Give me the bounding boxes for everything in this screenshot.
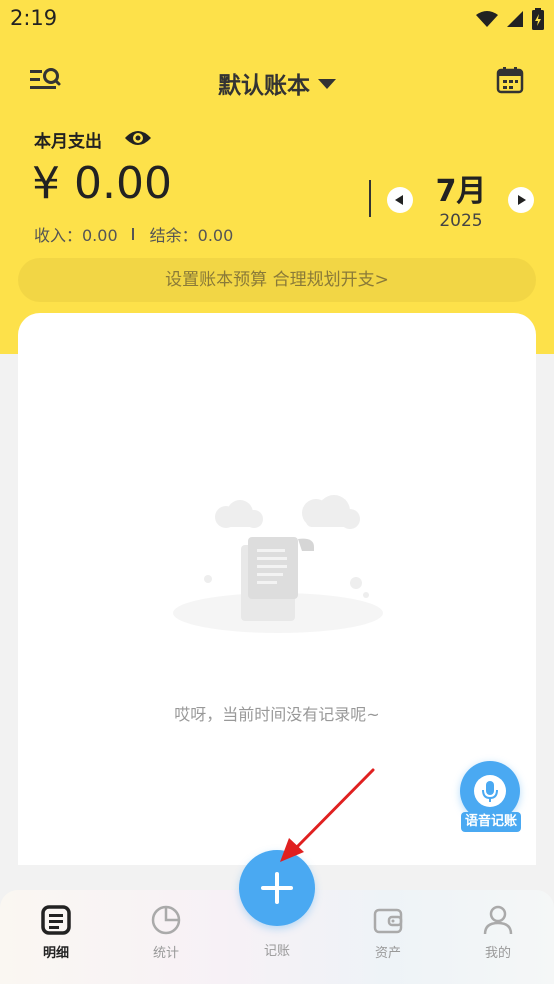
eye-icon[interactable]: [124, 128, 152, 148]
month-expense-label: 本月支出: [34, 132, 102, 152]
signal-icon: [507, 11, 523, 27]
nav-label: 统计: [152, 946, 179, 961]
nav-item-statistics[interactable]: 统计: [126, 904, 206, 961]
current-month[interactable]: 7月: [420, 166, 502, 210]
income-balance-row: 收入：0.00 结余：0.00: [34, 222, 233, 246]
pie-chart-icon: [151, 905, 181, 935]
list-icon: [41, 905, 71, 935]
add-record-label[interactable]: 记账: [239, 940, 315, 959]
app-header: 默认账本: [0, 56, 554, 104]
calendar-icon[interactable]: [496, 66, 524, 94]
caret-down-icon: [318, 79, 336, 89]
nav-item-profile[interactable]: 我的: [458, 904, 538, 961]
status-icons: [476, 8, 544, 30]
account-book-selector[interactable]: 默认账本: [0, 66, 554, 100]
income-text: 收入：0.00: [34, 226, 118, 245]
expense-amount: ¥ 0.00: [32, 158, 172, 209]
nav-label: 明细: [42, 946, 69, 961]
add-record-button[interactable]: [239, 850, 315, 926]
voice-circle: [474, 775, 506, 807]
divider: [131, 228, 134, 240]
person-icon: [483, 905, 513, 935]
wallet-icon: [373, 908, 403, 934]
empty-records-illustration: [173, 495, 383, 633]
status-bar: 2:19: [0, 0, 554, 38]
nav-label: 资产: [374, 946, 401, 961]
empty-state-message: 哎呀，当前时间没有记录呢~: [174, 705, 380, 724]
battery-icon: [532, 8, 544, 30]
previous-month-button[interactable]: [387, 187, 413, 213]
nav-item-details[interactable]: 明细: [16, 904, 96, 961]
divider: [369, 180, 371, 217]
nav-label: 我的: [484, 946, 511, 961]
records-card: 哎呀，当前时间没有记录呢~: [18, 313, 536, 865]
budget-banner[interactable]: 设置账本预算 合理规划开支>: [18, 258, 536, 302]
wifi-icon: [476, 11, 498, 27]
status-time: 2:19: [10, 6, 58, 30]
nav-item-assets[interactable]: 资产: [348, 904, 428, 961]
balance-text: 结余：0.00: [149, 226, 234, 245]
microphone-icon: [482, 781, 498, 802]
next-month-button[interactable]: [508, 187, 534, 213]
account-book-title: 默认账本: [218, 73, 310, 99]
voice-record-label[interactable]: 语音记账: [461, 812, 521, 832]
current-year: 2025: [439, 211, 483, 231]
